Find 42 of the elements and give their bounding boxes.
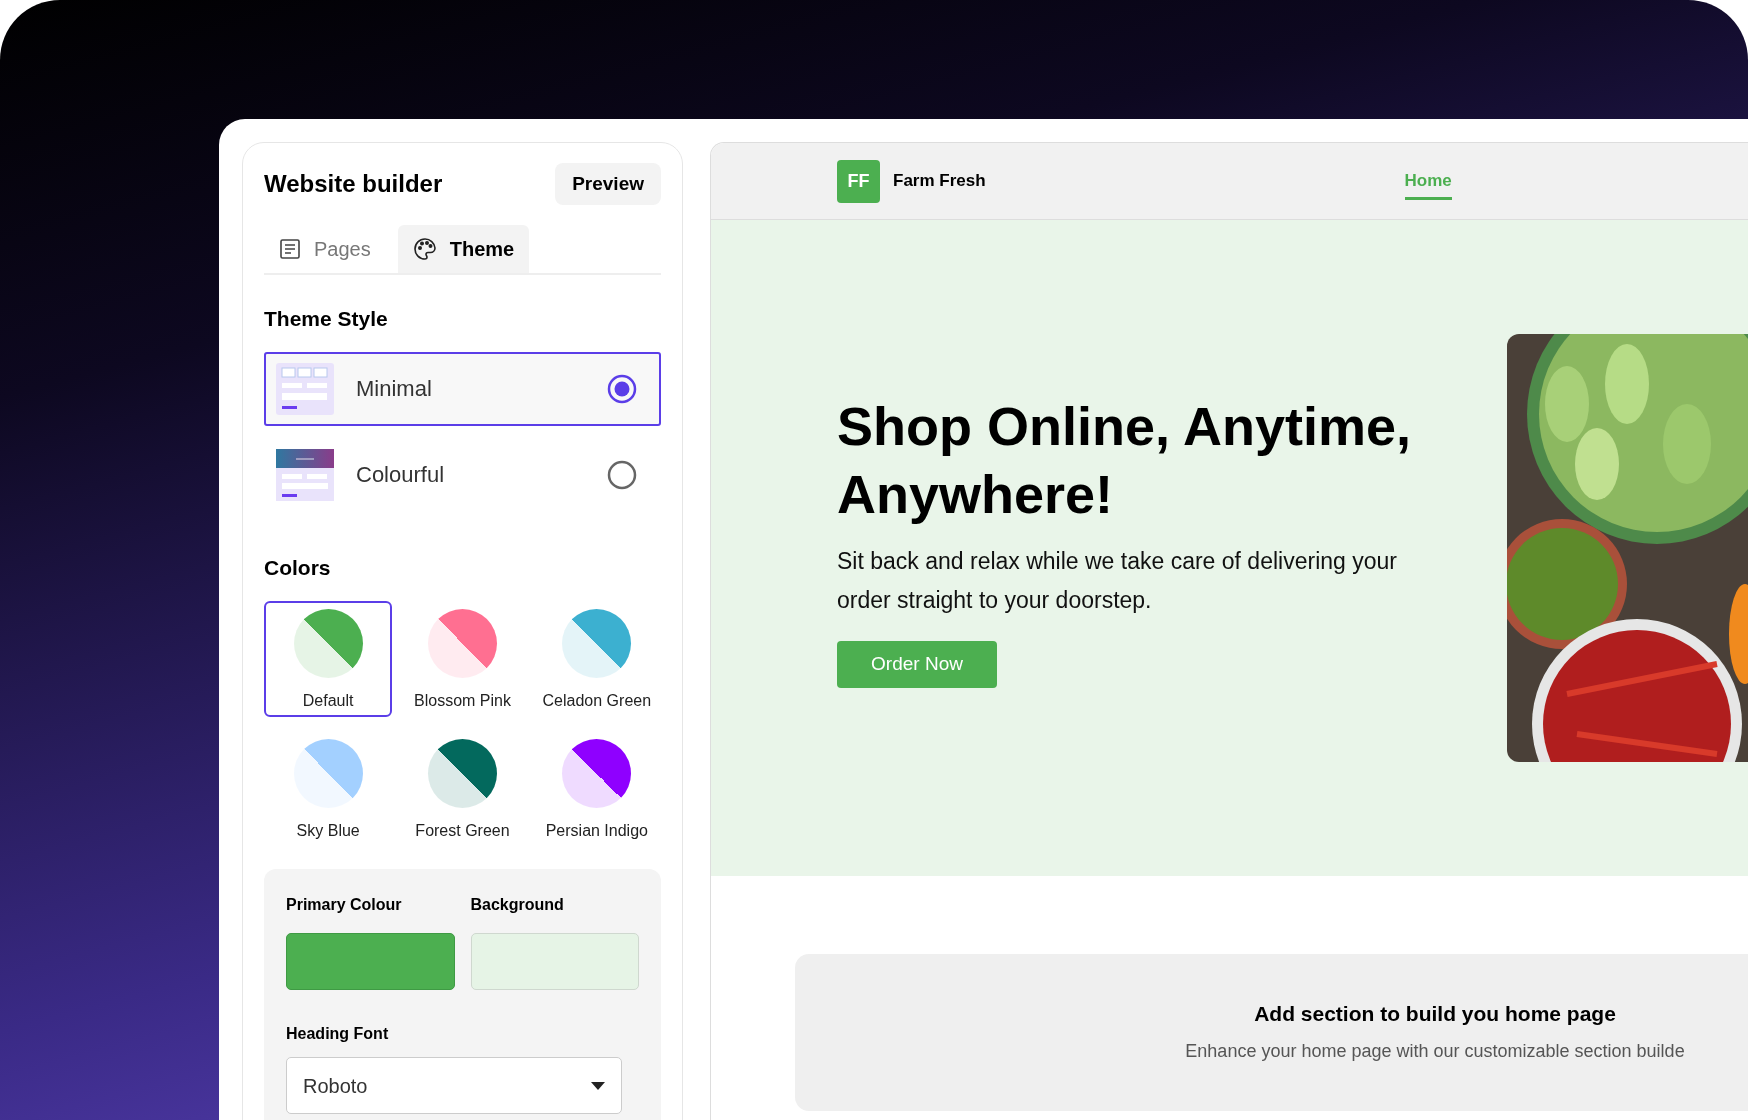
empty-section-text: Enhance your home page with our customizable section builde (1185, 1039, 1685, 1063)
section-heading: Theme Style (264, 306, 389, 332)
empty-section-title: Add section to build you home page (1254, 1001, 1616, 1027)
option-label: Minimal (356, 375, 433, 403)
section-heading: Colors (264, 554, 332, 581)
brand-logo: FF (837, 159, 880, 203)
primary-colour-swatch[interactable] (286, 933, 455, 990)
font-select[interactable]: Roboto (286, 1057, 622, 1114)
radio-button[interactable] (607, 459, 637, 490)
palette-icon (412, 237, 437, 261)
hero-heading: Shop Online, Anytime, Anywhere! (837, 395, 1413, 526)
colour-theme-option[interactable]: Default (264, 601, 393, 717)
colour-theme-option[interactable]: Celadon Green (532, 601, 661, 717)
layout-thumbnail (276, 448, 334, 501)
colour-theme-option[interactable]: Persian Indigo (532, 731, 661, 847)
swatch-label: Sky Blue (296, 821, 360, 841)
swatch-label: Blossom Pink (414, 691, 511, 711)
layout-thumbnail (276, 362, 334, 415)
field-label: Primary Colour (286, 895, 403, 915)
colour-theme-option[interactable]: Blossom Pink (398, 601, 527, 717)
document-icon (279, 238, 301, 260)
hero-text: Sit back and relax while we take care of delivering your order straight to your doorstep. (837, 547, 1398, 615)
swatch-label: Celadon Green (542, 691, 652, 711)
theme-option[interactable]: Colourful (264, 437, 661, 512)
background-colour-swatch[interactable] (470, 933, 639, 990)
select-value: Roboto (303, 1073, 368, 1099)
colour-theme-option[interactable]: Forest Green (398, 731, 527, 847)
option-label: Colourful (356, 461, 446, 489)
swatch-label: Default (302, 691, 354, 711)
swatch-label: Forest Green (415, 821, 510, 841)
preview-button[interactable]: Preview (555, 163, 661, 205)
field-label: Background (470, 895, 565, 915)
theme-option[interactable]: Minimal (264, 351, 661, 426)
colour-theme-option[interactable]: Sky Blue (264, 731, 393, 847)
field-label: Heading Font (286, 1024, 390, 1044)
dropdown-caret-icon (591, 1081, 605, 1090)
tab[interactable]: Pages (264, 225, 398, 273)
brand-name: Farm Fresh (893, 170, 986, 193)
panel-title: Website builder (264, 169, 443, 199)
radio-button[interactable] (607, 373, 637, 404)
tab[interactable]: Theme (397, 225, 530, 273)
swatch-label: Persian Indigo (545, 821, 648, 841)
